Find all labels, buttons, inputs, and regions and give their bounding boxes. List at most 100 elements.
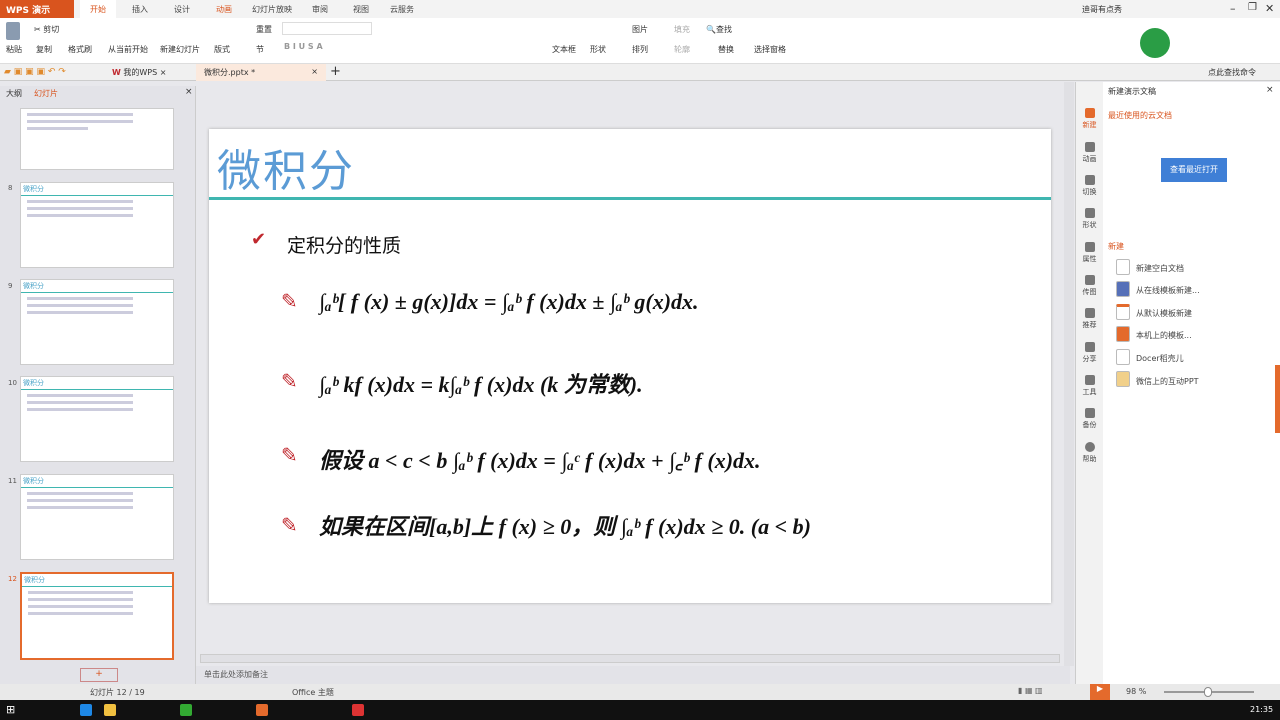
shape-button[interactable]: 形状 [590,44,606,55]
app-icon[interactable] [180,704,192,716]
tab-review[interactable]: 审阅 [302,0,338,18]
from-current-button[interactable]: 从当前开始 [108,44,148,55]
wechat-ppt[interactable]: 微信上的互动PPT [1136,376,1199,387]
new-blank[interactable]: 新建空白文档 [1136,263,1184,274]
tab-slides[interactable]: 幻灯片 [34,88,58,99]
paste-button[interactable]: 粘贴 [6,44,22,55]
zoom-thumb[interactable] [1204,687,1212,697]
new-slide-button[interactable]: 新建幻灯片 [160,44,200,55]
title-divider [209,197,1051,200]
user-name[interactable]: 迪哥有点秀 [1082,4,1122,15]
tab-animation[interactable]: 动画 [206,0,242,18]
tab-home[interactable]: 开始 [80,0,116,18]
zoom-slider[interactable] [1164,687,1254,697]
tab-outline[interactable]: 大纲 [6,88,22,99]
layout-button[interactable]: 版式 [214,44,230,55]
outline-button[interactable]: 轮廓 [674,44,690,55]
close-tab-icon[interactable]: × [311,67,318,76]
arrange-button[interactable]: 排列 [632,44,648,55]
side-new[interactable]: 新建 [1076,108,1103,130]
tab-slideshow[interactable]: 幻灯片放映 [242,0,302,18]
new-default-template[interactable]: 从默认模板新建 [1136,308,1192,319]
horizontal-scrollbar[interactable] [200,654,1060,663]
default-template-icon [1116,304,1130,320]
reset-button[interactable]: 重置 [256,24,272,35]
new-tab-button[interactable]: + [330,64,341,79]
open-recent-button[interactable]: 查看最近打开 [1161,158,1227,182]
tab-view[interactable]: 视图 [343,0,379,18]
slide-thumbnail[interactable]: 微积分 [20,474,174,560]
slides-panel: 大纲 幻灯片 × 8 微积分 9 微积分 10 微积分 11 微积分 12 微积… [0,86,196,686]
doc-tab-active[interactable]: 微积分.pptx * × [196,64,326,81]
slide-number: 9 [8,282,13,290]
slide-thumbnail-selected[interactable]: 微积分 [20,572,174,660]
side-properties[interactable]: 属性 [1076,242,1103,264]
recent-cloud-docs: 最近使用的云文档 [1108,111,1172,120]
app-menu-button[interactable]: WPS 演示 [0,0,74,18]
fill-button[interactable]: 填充 [674,24,690,35]
notes-area[interactable]: 单击此处添加备注 [196,666,1070,684]
picture-button[interactable]: 图片 [632,24,648,35]
side-share[interactable]: 分享 [1076,342,1103,364]
wps-taskbar-icon[interactable] [256,704,268,716]
side-backup[interactable]: 备份 [1076,408,1103,430]
textbox-button[interactable]: 文本框 [552,44,576,55]
copy-button[interactable]: 复制 [36,44,52,55]
new-online-template[interactable]: 从在线模板新建... [1136,285,1200,296]
close-button[interactable]: ✕ [1265,2,1274,15]
paste-icon [6,22,20,40]
find-button[interactable]: 🔍查找 [706,24,732,35]
view-buttons[interactable]: ▮ ▦ ▥ [1018,686,1088,695]
pane-handle[interactable] [1275,365,1280,433]
local-templates[interactable]: 本机上的模板... [1136,330,1192,341]
slide-thumbnail[interactable]: 微积分 [20,279,174,365]
section-button[interactable]: 节 [256,44,264,55]
search-command[interactable]: 点此查找命令 [1208,67,1256,78]
tab-insert[interactable]: 插入 [122,0,158,18]
side-transition[interactable]: 切换 [1076,175,1103,197]
slide-canvas[interactable]: 微积分 ✔ 定积分的性质 ✎ ∫ₐᵇ[ f (x) ± g(x)]dx = ∫ₐ… [209,129,1051,603]
slide-thumbnail[interactable]: 微积分 [20,376,174,462]
thumb-title: 微积分 [22,574,172,587]
docer[interactable]: Docer稻壳儿 [1136,353,1184,364]
open-icon[interactable]: ▰ ▣ ▣ ▣ ↶ ↷ [4,67,66,77]
side-help[interactable]: 帮助 [1076,442,1103,464]
vertical-scrollbar[interactable] [1064,82,1074,666]
clock: 21:35 [1250,705,1274,714]
play-button[interactable]: ▶ [1090,684,1110,700]
pencil-icon: ✎ [281,443,298,467]
tab-design[interactable]: 设计 [164,0,200,18]
task-pane: 新建 动画 切换 形状 属性 传图 推荐 分享 工具 备份 帮助 新建演示文稿 … [1075,82,1280,684]
add-slide-button[interactable]: + [80,668,118,682]
slide-number: 10 [8,379,17,387]
thumb-title: 微积分 [21,280,173,293]
close-panel-icon[interactable]: × [185,87,193,97]
pencil-icon: ✎ [281,369,298,393]
side-upload-image[interactable]: 传图 [1076,275,1103,297]
side-recommend[interactable]: 推荐 [1076,308,1103,330]
slide-counter: 幻灯片 12 / 19 [90,688,145,697]
select-pane-button[interactable]: 选择窗格 [754,44,786,55]
windows-start-icon[interactable]: ⊞ [6,703,15,716]
maximize-button[interactable]: ❐ [1248,2,1257,13]
slide-thumbnail[interactable]: 微积分 [20,182,174,268]
slide-thumbnail[interactable] [20,108,174,170]
replace-button[interactable]: 替换 [718,44,734,55]
side-animation[interactable]: 动画 [1076,142,1103,164]
search-icon: 🔍 [706,25,716,34]
app-icon[interactable] [352,704,364,716]
task-pane-title[interactable]: 新建演示文稿 [1108,86,1156,97]
explorer-icon[interactable] [104,704,116,716]
font-select[interactable] [282,22,372,35]
side-shape[interactable]: 形状 [1076,208,1103,230]
tab-cloud[interactable]: 云服务 [380,0,424,18]
close-pane-icon[interactable]: × [1266,85,1274,95]
side-tools[interactable]: 工具 [1076,375,1103,397]
edge-icon[interactable] [80,704,92,716]
slide-title: 微积分 [217,146,355,197]
cut-button[interactable]: ✂ 剪切 [34,24,59,35]
minimize-button[interactable]: – [1230,2,1236,15]
bold-button[interactable]: B I U S A [284,42,323,51]
doc-tab-mywps[interactable]: W 我的WPS × [112,67,166,78]
format-painter-button[interactable]: 格式刷 [68,44,92,55]
